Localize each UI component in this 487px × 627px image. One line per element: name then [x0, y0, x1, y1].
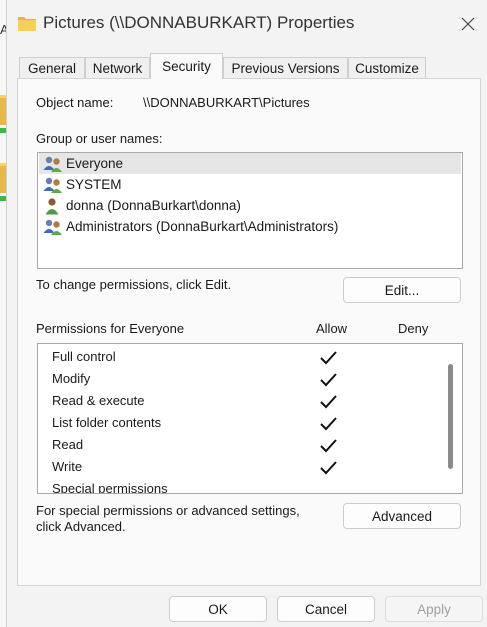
list-item-label: Administrators (DonnaBurkart\Administrat… — [66, 219, 339, 234]
advanced-hint-line2: click Advanced. — [36, 519, 126, 534]
cancel-button[interactable]: Cancel — [277, 596, 375, 622]
permissions-list[interactable]: Full control Modify Read & execute List … — [37, 343, 463, 494]
edit-button-label: Edit... — [384, 282, 420, 298]
permission-row-write: Write — [38, 456, 438, 478]
apply-button-label: Apply — [417, 601, 451, 617]
list-item-donna[interactable]: donna (DonnaBurkart\donna) — [39, 195, 461, 216]
permission-name: Write — [52, 459, 83, 474]
properties-dialog: Pictures (\\DONNABURKART) Properties Gen… — [6, 0, 487, 627]
tab-network[interactable]: Network — [85, 57, 150, 79]
tab-label: Customize — [355, 61, 419, 76]
window-title: Pictures (\\DONNABURKART) Properties — [43, 13, 355, 32]
close-button[interactable] — [451, 8, 485, 40]
list-item-system[interactable]: SYSTEM — [39, 174, 461, 195]
ok-button[interactable]: OK — [169, 596, 267, 622]
permissions-scrollbar[interactable] — [448, 364, 453, 469]
list-item-label: donna (DonnaBurkart\donna) — [66, 198, 241, 213]
tab-label: Network — [92, 61, 143, 76]
permission-row-special-permissions: Special permissions — [38, 478, 438, 494]
object-name-label: Object name: — [36, 95, 114, 110]
allow-check-icon — [320, 373, 337, 387]
permissions-for-label: Permissions for Everyone — [36, 321, 185, 336]
security-panel: Object name: \\DONNABURKART\Pictures Gro… — [17, 78, 481, 586]
permission-row-full-control: Full control — [38, 346, 438, 368]
user-icon — [45, 197, 59, 214]
object-name-value: \\DONNABURKART\Pictures — [143, 95, 310, 110]
permission-row-read: Read — [38, 434, 438, 456]
group-users-icon — [43, 177, 62, 193]
edit-button[interactable]: Edit... — [343, 277, 461, 303]
change-permissions-hint: To change permissions, click Edit. — [36, 277, 232, 292]
permission-name: Full control — [52, 349, 116, 364]
group-users-icon — [43, 219, 62, 235]
permission-name: List folder contents — [52, 415, 162, 430]
deny-column-header: Deny — [398, 321, 429, 336]
allow-check-icon — [320, 417, 337, 431]
tab-general[interactable]: General — [19, 57, 85, 79]
dialog-footer: OK Cancel Apply — [7, 586, 487, 627]
close-icon — [461, 17, 475, 31]
group-user-list[interactable]: Everyone SYSTEM donna (DonnaBurkart\donn… — [37, 152, 463, 269]
advanced-hint: For special permissions or advanced sett… — [36, 503, 300, 518]
list-item-everyone[interactable]: Everyone — [39, 153, 461, 174]
title-bar[interactable]: Pictures (\\DONNABURKART) Properties — [7, 0, 487, 46]
ok-button-label: OK — [208, 601, 228, 617]
permission-row-modify: Modify — [38, 368, 438, 390]
permission-row-list-folder-contents: List folder contents — [38, 412, 438, 434]
advanced-button[interactable]: Advanced — [343, 503, 461, 529]
group-list-label: Group or user names: — [36, 131, 163, 146]
list-item-label: SYSTEM — [66, 177, 122, 192]
permission-row-read-execute: Read & execute — [38, 390, 438, 412]
allow-check-icon — [320, 395, 337, 409]
tab-previous-versions[interactable]: Previous Versions — [223, 57, 348, 79]
permission-name: Special permissions — [52, 481, 168, 494]
tab-label: Previous Versions — [231, 61, 340, 76]
cancel-button-label: Cancel — [304, 601, 348, 617]
allow-check-icon — [320, 439, 337, 453]
advanced-button-label: Advanced — [371, 508, 433, 524]
group-users-icon — [43, 156, 62, 172]
list-item-administrators[interactable]: Administrators (DonnaBurkart\Administrat… — [39, 216, 461, 237]
allow-column-header: Allow — [316, 321, 348, 336]
tab-label: Security — [162, 59, 211, 74]
permission-name: Read — [52, 437, 84, 452]
allow-check-icon — [320, 351, 337, 365]
permission-name: Read & execute — [52, 393, 145, 408]
allow-check-icon — [320, 461, 337, 475]
list-item-label: Everyone — [66, 156, 124, 171]
apply-button[interactable]: Apply — [385, 596, 483, 622]
tab-label: General — [27, 61, 77, 76]
tab-security[interactable]: Security — [150, 53, 223, 79]
permission-name: Modify — [52, 371, 91, 386]
folder-icon — [18, 17, 36, 31]
tab-customize[interactable]: Customize — [348, 57, 426, 79]
